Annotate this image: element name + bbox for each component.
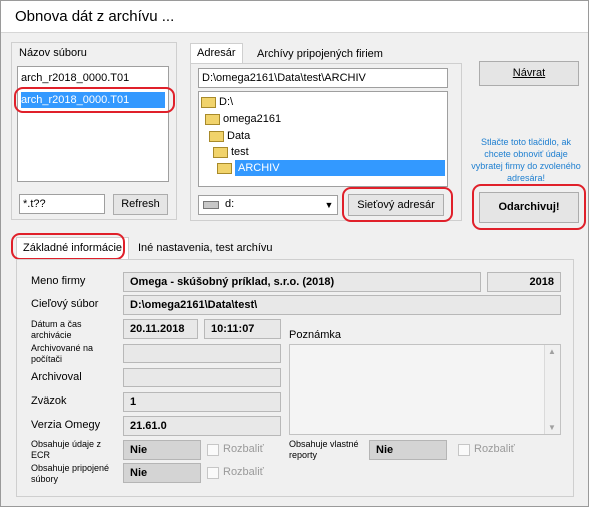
title-bar: Obnova dát z archívu ...: [1, 1, 588, 33]
directory-tree[interactable]: D:\ omega2161 Data test ARCHIV: [198, 91, 448, 187]
note-area[interactable]: ▲ ▼: [289, 344, 561, 435]
date-value: 20.11.2018: [123, 319, 198, 339]
tab-attached-archives[interactable]: Archívy pripojených firiem: [251, 45, 389, 65]
own-reports-value: Nie: [369, 440, 447, 460]
tab-basic-info[interactable]: Základné informácie: [16, 237, 130, 259]
scroll-down-icon[interactable]: ▼: [548, 423, 556, 432]
attached-files-value: Nie: [123, 463, 201, 483]
back-button[interactable]: Návrat: [479, 61, 579, 86]
time-value: 10:11:07: [204, 319, 281, 339]
file-list-item[interactable]: arch_r2018_0000.T01: [21, 70, 165, 86]
file-list-item-selected[interactable]: arch_r2018_0000.T01: [21, 92, 165, 108]
company-value: Omega - skúšobný príklad, s.r.o. (2018): [123, 272, 481, 292]
drive-select[interactable]: d: ▼: [198, 195, 338, 215]
volume-label: Zväzok: [31, 395, 67, 407]
ecr-label: Obsahuje údaje z ECR: [31, 439, 102, 460]
folder-open-icon: [209, 130, 224, 142]
archived-by-value: [123, 368, 281, 387]
own-reports-expand-label: Rozbaliť: [474, 443, 515, 455]
ecr-value: Nie: [123, 440, 201, 460]
attached-expand-label: Rozbaliť: [223, 466, 264, 478]
directory-path-field[interactable]: D:\omega2161\Data\test\ARCHIV: [198, 68, 448, 88]
volume-value: 1: [123, 392, 281, 412]
file-filter-input[interactable]: *.t??: [19, 194, 105, 214]
window-title: Obnova dát z archívu ...: [15, 8, 175, 25]
attached-expand-checkbox[interactable]: [207, 467, 219, 479]
tab-other-settings[interactable]: Iné nastavenia, test archívu: [132, 239, 279, 259]
folder-open-icon: [213, 146, 228, 158]
tree-item-data[interactable]: Data: [209, 128, 250, 144]
archived-by-label: Archivoval: [31, 371, 82, 383]
scroll-up-icon[interactable]: ▲: [548, 347, 556, 356]
folder-open-icon: [201, 96, 216, 108]
own-reports-expand-checkbox[interactable]: [458, 444, 470, 456]
own-reports-label: Obsahuje vlastné reporty: [289, 439, 359, 460]
file-list-header: Názov súboru: [19, 47, 87, 59]
restore-button[interactable]: Odarchivuj!: [479, 192, 579, 223]
tree-item-omega[interactable]: omega2161: [205, 111, 281, 127]
note-scrollbar[interactable]: ▲ ▼: [544, 345, 560, 434]
restore-dialog: Obnova dát z archívu ... Názov súboru ar…: [0, 0, 589, 507]
drive-icon: [203, 201, 219, 209]
folder-open-icon: [205, 113, 220, 125]
restore-hint-text: Stlačte toto tlačidlo, ak chcete obnoviť…: [471, 137, 581, 183]
datetime-label: Dátum a čas archivácie: [31, 319, 82, 340]
company-label: Meno firmy: [31, 275, 86, 287]
note-label: Poznámka: [289, 329, 341, 341]
target-file-value: D:\omega2161\Data\test\: [123, 295, 561, 315]
tree-item-archiv[interactable]: ARCHIV: [217, 160, 445, 176]
folder-open-icon: [217, 162, 232, 174]
tree-item-test[interactable]: test: [213, 144, 249, 160]
file-list[interactable]: arch_r2018_0000.T01 arch_r2018_0000.T01: [17, 66, 169, 182]
ecr-expand-label: Rozbaliť: [223, 443, 264, 455]
year-value: 2018: [487, 272, 561, 292]
tab-directory[interactable]: Adresár: [190, 43, 243, 64]
version-label: Verzia Omegy: [31, 419, 101, 431]
network-directory-button[interactable]: Sieťový adresár: [348, 194, 444, 216]
version-value: 21.61.0: [123, 416, 281, 436]
ecr-expand-checkbox[interactable]: [207, 444, 219, 456]
attached-files-label: Obsahuje pripojené súbory: [31, 463, 110, 484]
chevron-down-icon[interactable]: ▼: [321, 196, 337, 214]
archived-on-label: Archivované na počítači: [31, 343, 94, 364]
archived-on-value: [123, 344, 281, 363]
tree-item-drive[interactable]: D:\: [201, 94, 233, 110]
refresh-button[interactable]: Refresh: [113, 194, 168, 215]
drive-select-value: d:: [225, 198, 235, 210]
target-file-label: Cieľový súbor: [31, 298, 99, 310]
